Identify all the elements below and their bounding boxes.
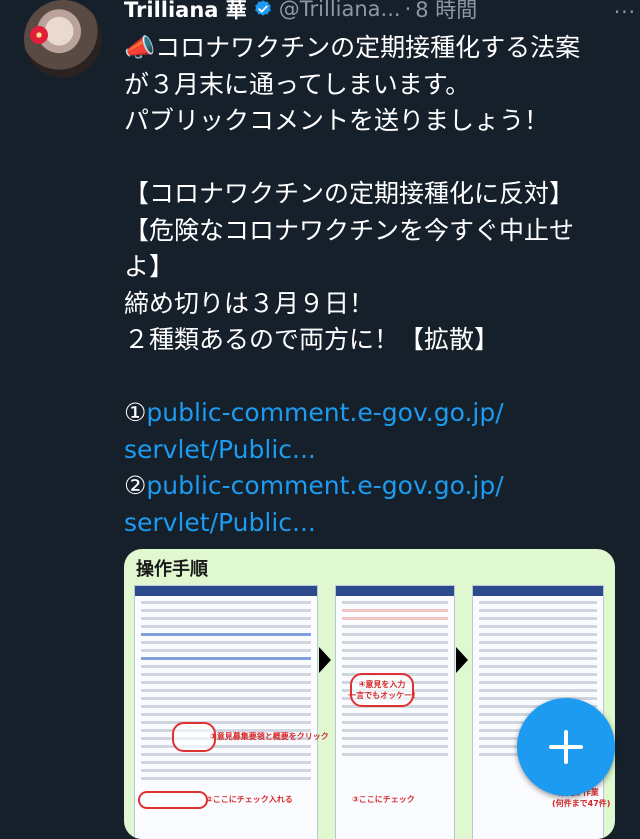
compose-tweet-button[interactable] [517, 698, 615, 796]
image-title: 操作手順 [136, 559, 208, 580]
link-1-marker: ① [124, 398, 147, 427]
verified-badge-icon [254, 0, 271, 16]
link-2-marker: ② [124, 471, 147, 500]
annotation-label: ④意見を入力 一言でもオッケー! [348, 680, 416, 700]
link-1-line-1[interactable]: ①public-comment.e-gov.go.jp/ [124, 395, 624, 432]
link-1[interactable]: public-comment.e-gov.go.jp/ [146, 398, 503, 427]
annotation-label: ③ここにチェック [352, 795, 415, 804]
tweet-header: Trilliana 華 @Trilliana... · 8 時間 [124, 0, 630, 24]
link-1-continued[interactable]: servlet/Public... [124, 432, 624, 469]
flower-icon [30, 26, 48, 44]
tweet-line [124, 140, 624, 177]
attached-image[interactable]: 操作手順 ①意見募集要領と概要をクリック ②ここにチェック入れる ④意見を入力 … [124, 549, 615, 839]
display-name[interactable]: Trilliana 華 [124, 0, 247, 24]
more-options-icon[interactable]: ··· [614, 0, 636, 24]
separator-dot: · [404, 0, 412, 21]
tweet-line: 締め切りは３月９日！ [124, 288, 375, 318]
annotation-box [138, 791, 208, 809]
annotation-label: ②ここにチェック入れる [206, 795, 293, 804]
tweet-line [124, 359, 624, 396]
user-handle[interactable]: @Trilliana... [279, 0, 401, 21]
link-2-continued[interactable]: servlet/Public... [124, 505, 624, 542]
annotation-box: ④意見を入力 一言でもオッケー! [348, 673, 416, 707]
tweet-line: ２種類あるので両方に！【拡散】 [124, 325, 500, 354]
step-arrow-icon [456, 647, 468, 673]
avatar[interactable] [24, 0, 102, 78]
link-2-line-1[interactable]: ②public-comment.e-gov.go.jp/ [124, 468, 624, 505]
tweet-line: よ】 [124, 252, 175, 281]
step-arrow-icon [319, 647, 331, 673]
tweet-line: 📣コロナワクチンの定期接種化する法案 [124, 33, 581, 62]
annotation-label: ①意見募集要領と概要をクリック [210, 732, 329, 741]
link-2[interactable]: public-comment.e-gov.go.jp/ [146, 471, 503, 500]
tweet-line: が３月末に通ってしまいます。 [124, 69, 471, 99]
tweet-text: 📣コロナワクチンの定期接種化する法案 が３月末に通ってしまいます。 パブリックコ… [124, 30, 624, 541]
tweet-line: 【コロナワクチンの定期接種化に反対】 [124, 179, 575, 208]
timestamp[interactable]: 8 時間 [415, 0, 477, 24]
tweet-line: パブリックコメントを送りましょう！ [124, 106, 550, 135]
tweet-line: 【危険なコロナワクチンを今すぐ中止せ [124, 215, 575, 245]
